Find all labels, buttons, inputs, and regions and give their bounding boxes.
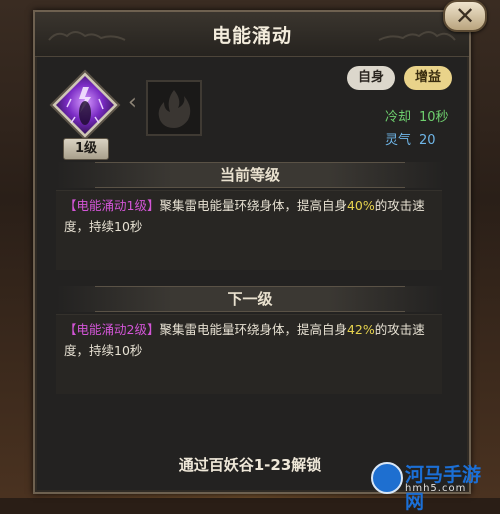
tag-self: 自身 xyxy=(347,66,395,90)
next-highlight-value: 42% xyxy=(346,322,375,337)
next-desc-before: 聚集雷电能量环绕身体，提高自身 xyxy=(159,322,347,337)
site-watermark: 河马手游网 hmh5.com xyxy=(371,460,496,513)
tag-buff: 增益 xyxy=(404,66,452,90)
spirit-cost-stat: 灵气 20 xyxy=(385,129,436,148)
cooldown-label: 冷却 xyxy=(385,110,412,125)
next-skill-name: 【电能涌动2级】 xyxy=(64,322,160,337)
close-button[interactable]: ✕ xyxy=(443,0,487,32)
chevron-left-icon: ‹ xyxy=(128,90,137,115)
title-bar: 电能涌动 xyxy=(35,12,469,57)
current-skill-name: 【电能涌动1级】 xyxy=(64,198,160,213)
cloud-ornament-icon xyxy=(378,31,456,41)
current-level-description: 【电能涌动1级】聚集雷电能量环绕身体，提高自身40%的攻击速度，持续10秒 xyxy=(56,190,442,270)
current-level-header: 当前等级 xyxy=(56,162,444,188)
flame-icon xyxy=(158,90,191,128)
locked-skill-slot[interactable] xyxy=(146,80,202,136)
skill-icon[interactable] xyxy=(49,69,121,141)
next-level-description: 【电能涌动2级】聚集雷电能量环绕身体，提高自身42%的攻击速度，持续10秒 xyxy=(56,314,442,394)
spirit-value: 20 xyxy=(419,133,436,148)
current-desc-before: 聚集雷电能量环绕身体，提高自身 xyxy=(159,198,347,213)
skill-level-badge: 1级 xyxy=(63,138,109,160)
spirit-label: 灵气 xyxy=(385,133,412,148)
hippo-logo-icon xyxy=(371,462,403,494)
watermark-url: hmh5.com xyxy=(405,483,467,494)
close-icon: ✕ xyxy=(454,2,476,30)
current-highlight-value: 40% xyxy=(346,198,375,213)
cooldown-stat: 冷却 10秒 xyxy=(385,106,449,125)
cooldown-value: 10秒 xyxy=(419,110,449,125)
lightning-skill-icon xyxy=(49,69,121,141)
next-level-header: 下一级 xyxy=(56,286,444,312)
